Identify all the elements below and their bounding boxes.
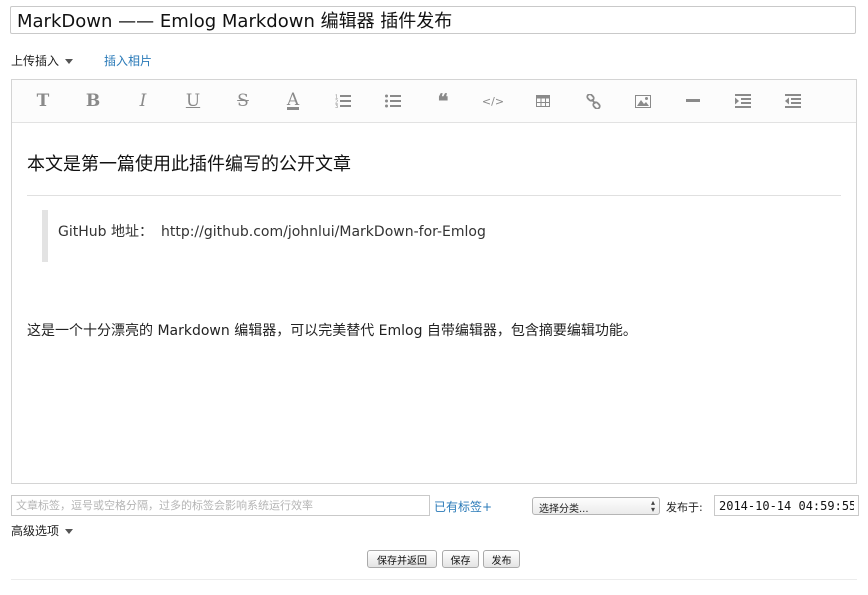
advanced-options-label: 高级选项 [11, 524, 60, 538]
image-icon[interactable] [631, 89, 655, 113]
select-arrows-icon: ▴ ▾ [650, 498, 655, 514]
quote-url: http://github.com/johnlui/MarkDown-for-E… [160, 224, 486, 240]
quote-icon[interactable]: ❝ [431, 89, 455, 113]
bold-icon[interactable]: B [81, 89, 105, 113]
category-selected: 选择分类... [539, 504, 589, 515]
tags-input[interactable] [11, 495, 430, 516]
quote-label: GitHub 地址： [58, 224, 153, 240]
horizontal-rule-icon[interactable] [681, 89, 705, 113]
content-heading: 本文是第一篇使用此插件编写的公开文章 [27, 154, 351, 175]
blockquote: GitHub 地址： http://github.com/johnlui/Mark… [58, 221, 486, 241]
font-color-icon[interactable]: A [281, 89, 305, 113]
editor-toolbar: T B I U S A 123 ❝ </> [12, 80, 856, 123]
category-select[interactable]: 选择分类... ▴ ▾ [532, 497, 660, 515]
outdent-icon[interactable] [781, 89, 805, 113]
code-icon[interactable]: </> [481, 89, 505, 113]
blockquote-bar [42, 210, 48, 262]
ordered-list-icon[interactable]: 123 [331, 89, 355, 113]
editor-content[interactable]: 本文是第一篇使用此插件编写的公开文章 GitHub 地址： http://gith… [12, 123, 856, 483]
horizontal-rule [27, 195, 841, 196]
save-button[interactable]: 保存 [442, 550, 479, 568]
chevron-down-icon [65, 59, 74, 64]
insert-photo-link[interactable]: 插入相片 [104, 52, 152, 69]
title-icon[interactable]: T [31, 89, 55, 113]
unordered-list-icon[interactable] [381, 89, 405, 113]
existing-tags-link[interactable]: 已有标签+ [434, 498, 492, 515]
publish-button[interactable]: 发布 [483, 550, 520, 568]
svg-text:3: 3 [335, 104, 338, 108]
indent-icon[interactable] [731, 89, 755, 113]
markdown-editor[interactable]: T B I U S A 123 ❝ </> 本文是第一篇使用此插件编写的公开文章… [11, 79, 857, 484]
chevron-down-icon [65, 529, 74, 534]
publish-date-input[interactable] [714, 495, 859, 516]
upload-insert-label: 上传插入 [11, 54, 60, 68]
publish-at-label: 发布于: [666, 501, 703, 514]
title-input[interactable] [10, 6, 856, 34]
italic-icon[interactable]: I [131, 89, 155, 113]
advanced-options-toggle[interactable]: 高级选项 [11, 522, 74, 539]
upload-insert-dropdown[interactable]: 上传插入 [11, 54, 74, 68]
strikethrough-icon[interactable]: S [231, 89, 255, 113]
save-and-return-button[interactable]: 保存并返回 [367, 550, 437, 568]
link-icon[interactable] [581, 89, 605, 113]
underline-icon[interactable]: U [181, 89, 205, 113]
table-icon[interactable] [531, 89, 555, 113]
content-paragraph: 这是一个十分漂亮的 Markdown 编辑器，可以完美替代 Emlog 自带编辑… [27, 323, 637, 339]
divider [11, 579, 857, 580]
